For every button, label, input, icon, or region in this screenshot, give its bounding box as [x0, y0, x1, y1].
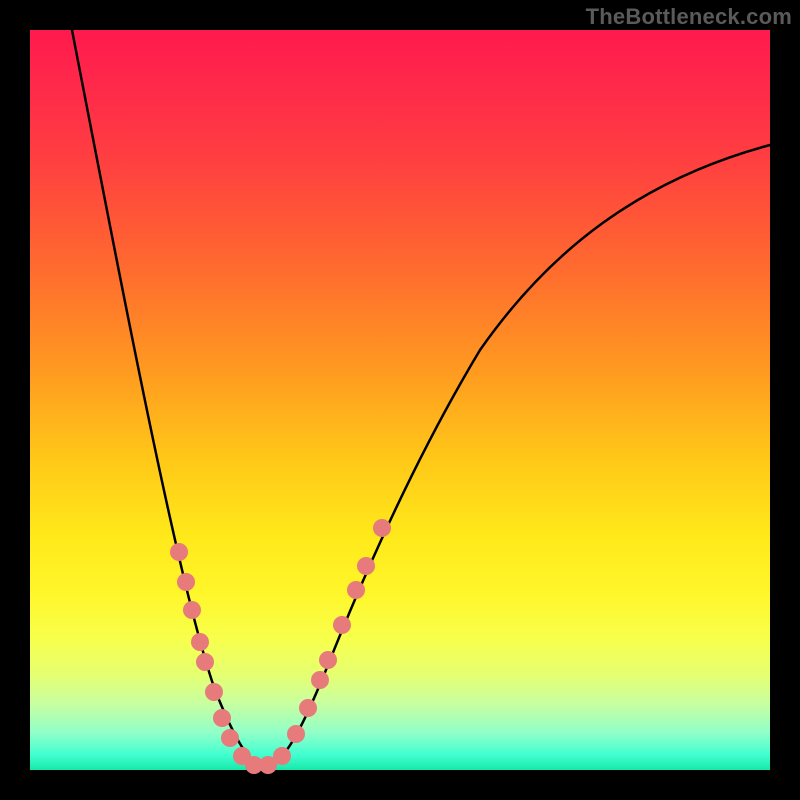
highlight-dot — [183, 601, 201, 619]
highlight-dot — [213, 709, 231, 727]
highlight-dots — [170, 519, 391, 774]
highlight-dot — [287, 725, 305, 743]
highlight-dot — [319, 651, 337, 669]
highlight-dot — [347, 581, 365, 599]
highlight-dot — [333, 616, 351, 634]
plot-area — [30, 30, 770, 770]
highlight-dot — [170, 543, 188, 561]
highlight-dot — [273, 747, 291, 765]
highlight-dot — [221, 729, 239, 747]
highlight-dot — [299, 699, 317, 717]
watermark: TheBottleneck.com — [586, 4, 792, 30]
highlight-dot — [196, 653, 214, 671]
chart-svg — [30, 30, 770, 770]
highlight-dot — [373, 519, 391, 537]
highlight-dot — [191, 633, 209, 651]
chart-frame: TheBottleneck.com — [0, 0, 800, 800]
highlight-dot — [311, 671, 329, 689]
highlight-dot — [357, 557, 375, 575]
highlight-dot — [177, 573, 195, 591]
bottleneck-curve — [72, 30, 770, 766]
highlight-dot — [205, 683, 223, 701]
